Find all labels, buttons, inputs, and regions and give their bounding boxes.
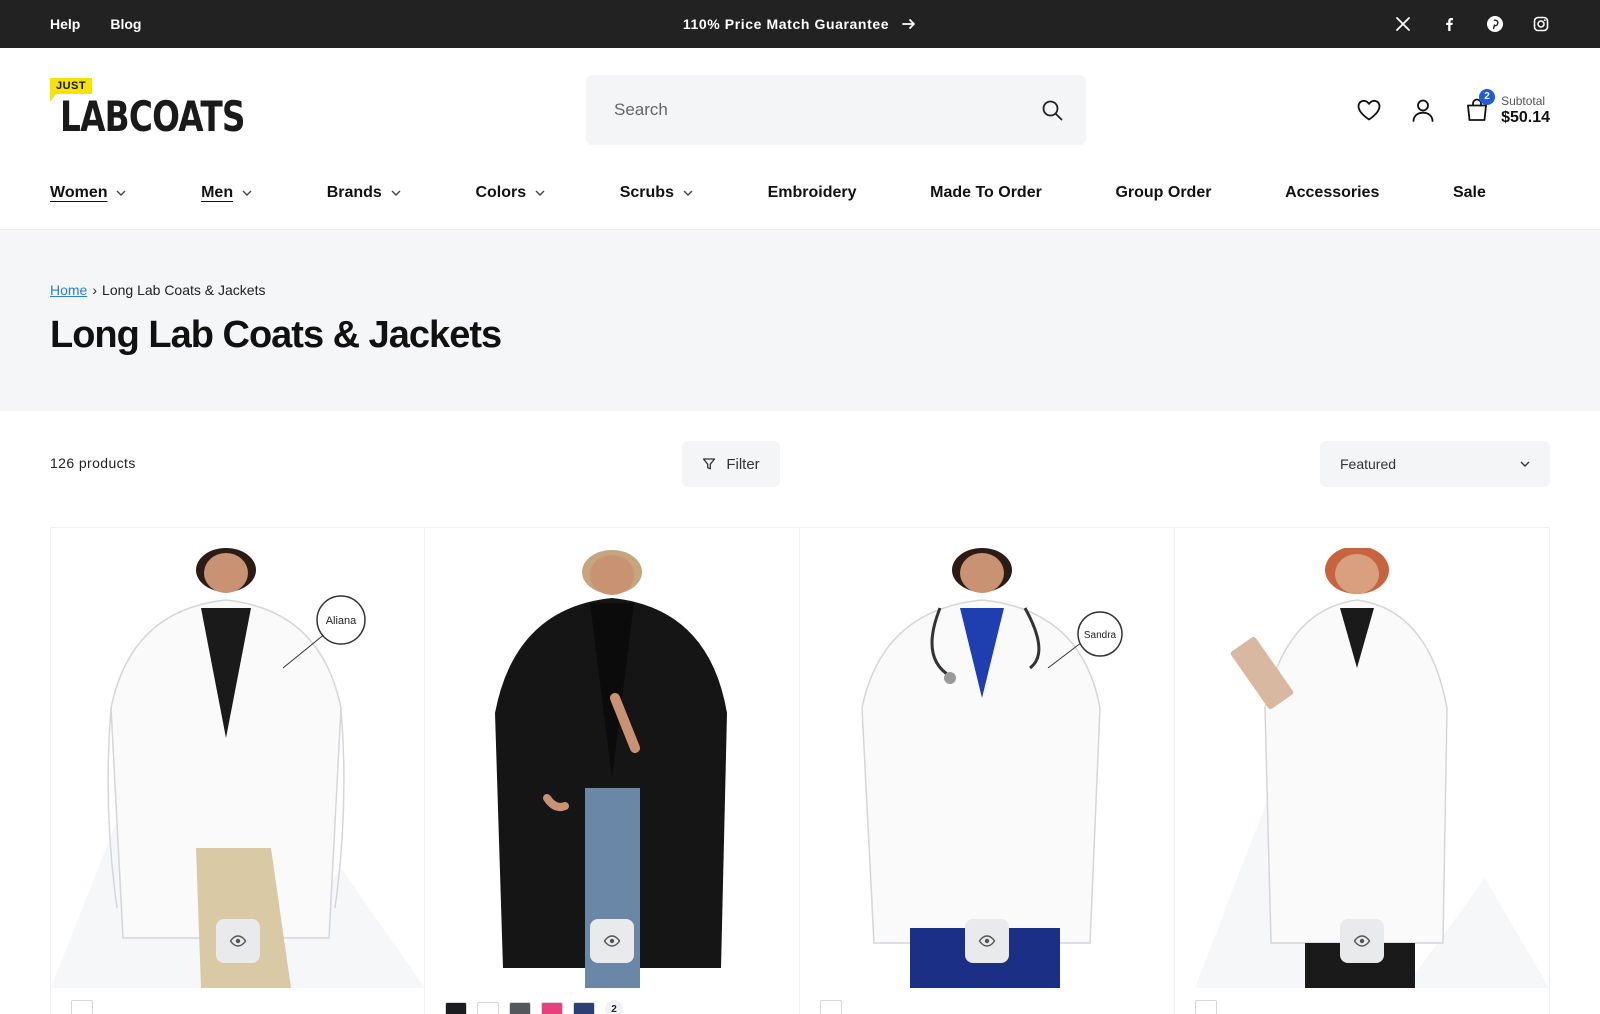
x-icon[interactable]: [1394, 15, 1412, 33]
search-bar: [586, 75, 1086, 145]
subtotal-amount: $50.14: [1501, 108, 1550, 126]
product-grid: Aliana 2 Sandra: [50, 527, 1550, 1014]
social-links: [1394, 0, 1550, 48]
nav-item-brands[interactable]: Brands: [327, 184, 402, 202]
nav-item-sale[interactable]: Sale: [1453, 184, 1486, 202]
chevron-down-icon: [115, 187, 127, 199]
color-swatch[interactable]: [541, 1002, 563, 1014]
product-card[interactable]: Aliana: [50, 527, 425, 1014]
product-card[interactable]: [1175, 527, 1550, 1014]
blog-link[interactable]: Blog: [110, 16, 141, 32]
product-count: 126 products: [50, 455, 136, 471]
color-swatch[interactable]: [820, 1000, 842, 1014]
search-input[interactable]: [614, 100, 1040, 120]
breadcrumb-current: Long Lab Coats & Jackets: [102, 282, 266, 298]
announcement-bar: Help Blog 110% Price Match Guarantee: [0, 0, 1600, 48]
chevron-down-icon: [682, 187, 694, 199]
color-swatch[interactable]: [477, 1002, 499, 1014]
chevron-down-icon: [241, 187, 253, 199]
nav-item-group-order[interactable]: Group Order: [1115, 184, 1211, 202]
nav-label: Made To Order: [930, 184, 1042, 201]
nav-item-colors[interactable]: Colors: [475, 184, 546, 202]
cart-button[interactable]: 2 Subtotal $50.14: [1463, 88, 1550, 126]
cart-subtotal: Subtotal $50.14: [1501, 95, 1550, 126]
quick-view-button[interactable]: [215, 919, 260, 963]
nav-label: Brands: [326, 184, 382, 201]
eye-icon: [603, 932, 621, 950]
quick-view-button[interactable]: [965, 919, 1009, 963]
eye-icon: [978, 932, 996, 950]
page-title: Long Lab Coats & Jackets: [50, 314, 502, 356]
facebook-icon[interactable]: [1440, 15, 1458, 33]
breadcrumb-home-link[interactable]: Home: [50, 282, 87, 298]
quick-view-button[interactable]: [1340, 919, 1384, 963]
chevron-down-icon: [534, 187, 546, 199]
embroidery-name-text: Aliana: [326, 615, 357, 627]
breadcrumb-separator: ›: [92, 282, 98, 298]
nav-label: Embroidery: [767, 184, 857, 201]
color-swatch[interactable]: [1195, 1000, 1217, 1014]
breadcrumb: Home › Long Lab Coats & Jackets: [50, 282, 265, 298]
promo-text[interactable]: 110% Price Match Guarantee: [683, 16, 889, 32]
sort-select[interactable]: Featured: [1320, 441, 1550, 487]
nav-label: Women: [50, 184, 108, 201]
eye-icon: [1353, 932, 1371, 950]
nav-item-made-to-order[interactable]: Made To Order: [930, 184, 1042, 202]
nav-item-accessories[interactable]: Accessories: [1285, 184, 1379, 202]
wishlist-heart-icon[interactable]: [1355, 96, 1383, 124]
sort-value: Featured: [1340, 456, 1397, 472]
nav-label: Men: [201, 184, 234, 201]
main-navigation: Women Men Brands Colors Scrubs Embroider…: [50, 176, 1550, 210]
more-colors-count[interactable]: 2: [605, 1000, 623, 1014]
nav-item-scrubs[interactable]: Scrubs: [620, 184, 694, 202]
color-swatch[interactable]: [573, 1002, 595, 1014]
product-card[interactable]: Sandra: [800, 527, 1175, 1014]
product-card[interactable]: 2: [425, 527, 800, 1014]
promo-banner: 110% Price Match Guarantee: [0, 0, 1600, 48]
arrow-right-icon[interactable]: [901, 16, 917, 32]
filter-label: Filter: [726, 455, 760, 473]
nav-item-women[interactable]: Women: [50, 184, 127, 202]
instagram-icon[interactable]: [1532, 15, 1550, 33]
page: Help Blog 110% Price Match Guarantee JUS…: [0, 0, 1600, 1014]
color-swatches: 2: [445, 1000, 623, 1014]
nav-item-embroidery[interactable]: Embroidery: [768, 184, 857, 202]
embroidery-name-text: Sandra: [1084, 630, 1117, 641]
color-swatch[interactable]: [445, 1002, 467, 1014]
nav-label: Accessories: [1285, 184, 1380, 201]
site-logo[interactable]: JUST LABCOATS: [50, 78, 246, 144]
chevron-down-icon: [390, 187, 402, 199]
pinterest-icon[interactable]: [1486, 15, 1504, 33]
subtotal-label: Subtotal: [1501, 93, 1546, 108]
cart-count-badge: 2: [1479, 88, 1496, 105]
utility-links: Help Blog: [50, 0, 141, 48]
color-swatch[interactable]: [71, 1000, 93, 1014]
header-actions: 2 Subtotal $50.14: [1355, 88, 1550, 130]
help-link[interactable]: Help: [50, 16, 80, 32]
chevron-down-icon: [1518, 457, 1532, 471]
filter-funnel-icon: [702, 457, 716, 471]
account-user-icon[interactable]: [1409, 96, 1437, 124]
nav-label: Sale: [1452, 184, 1486, 201]
nav-label: Colors: [475, 184, 527, 201]
nav-item-men[interactable]: Men: [201, 184, 253, 202]
quick-view-button[interactable]: [590, 919, 634, 963]
collection-header: Home › Long Lab Coats & Jackets Long Lab…: [0, 230, 1600, 411]
filter-button[interactable]: Filter: [682, 441, 780, 487]
color-swatch[interactable]: [509, 1002, 531, 1014]
nav-label: Scrubs: [619, 184, 674, 201]
search-icon[interactable]: [1040, 98, 1064, 122]
logo-wordmark: LABCOATS: [60, 92, 246, 141]
nav-label: Group Order: [1115, 184, 1212, 201]
eye-icon: [229, 932, 247, 950]
